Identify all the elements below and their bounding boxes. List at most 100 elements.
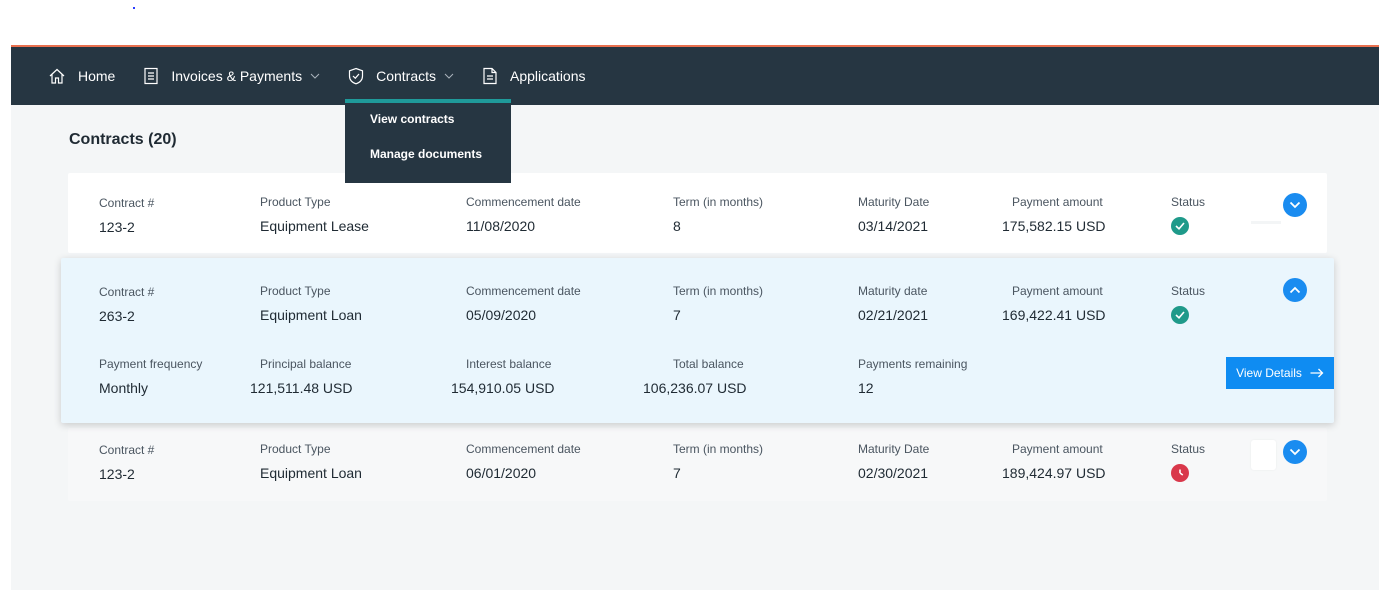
status-field: Status <box>1171 284 1205 324</box>
field-label: Payment amount <box>1012 442 1103 456</box>
collapse-toggle-button[interactable] <box>1283 278 1307 302</box>
file-icon <box>483 67 497 85</box>
total-balance-field: Total balance 106,236.07 USD <box>643 357 747 396</box>
shield-icon <box>348 67 364 85</box>
term-field: Term (in months) 7 <box>673 442 763 481</box>
field-value: 121,511.48 USD <box>250 380 353 396</box>
term-field: Term (in months) 7 <box>673 284 763 323</box>
clock-icon <box>1179 469 1184 476</box>
document-icon <box>144 67 158 85</box>
top-navbar: Home Invoices & Payments Contracts Appli… <box>11 47 1379 105</box>
chevron-up-icon <box>1289 286 1301 294</box>
payment-frequency-field: Payment frequency Monthly <box>99 357 202 396</box>
field-value: 12 <box>858 380 874 396</box>
expand-toggle-button[interactable] <box>1283 193 1307 217</box>
view-details-button[interactable]: View Details <box>1226 357 1334 389</box>
status-overdue-badge <box>1171 464 1189 482</box>
contract-card: Contract # 123-2 Product Type Equipment … <box>68 428 1327 501</box>
field-value: 175,582.15 USD <box>1002 218 1106 234</box>
status-field: Status <box>1171 195 1205 235</box>
contract-card: Contract # 123-2 Product Type Equipment … <box>68 173 1327 253</box>
menu-item-manage-documents[interactable]: Manage documents <box>345 138 511 173</box>
field-label: Contract # <box>99 196 155 210</box>
nav-home-label: Home <box>78 68 116 84</box>
commencement-date-field: Commencement date 06/01/2020 <box>466 442 581 481</box>
field-label: Contract # <box>99 443 155 457</box>
menu-item-view-contracts[interactable]: View contracts <box>345 103 511 138</box>
nav-contracts[interactable]: Contracts <box>348 47 454 105</box>
expand-toggle-button[interactable] <box>1283 440 1307 464</box>
field-label: Term (in months) <box>673 442 764 456</box>
field-label: Term (in months) <box>673 195 764 209</box>
chevron-down-icon <box>1289 448 1301 456</box>
app-frame: Home Invoices & Payments Contracts Appli… <box>11 45 1379 590</box>
commencement-date-field: Commencement date 05/09/2020 <box>466 284 581 323</box>
nav-invoices[interactable]: Invoices & Payments <box>143 47 320 105</box>
field-label: Product Type <box>260 284 331 298</box>
field-label: Payments remaining <box>858 357 968 371</box>
field-value: Equipment Lease <box>260 218 369 234</box>
field-value: Monthly <box>99 380 149 396</box>
field-value: 106,236.07 USD <box>643 380 747 396</box>
field-label: Payment frequency <box>99 357 203 371</box>
field-value: 7 <box>673 307 681 323</box>
field-label: Commencement date <box>466 284 581 298</box>
payments-remaining-field: Payments remaining 12 <box>858 357 967 396</box>
field-value: 11/08/2020 <box>466 218 536 234</box>
field-value: 7 <box>673 465 681 481</box>
field-label: Status <box>1171 442 1206 456</box>
interest-balance-field: Interest balance 154,910.05 USD <box>451 357 555 396</box>
field-value: 02/21/2021 <box>858 307 929 323</box>
product-type-field: Product Type Equipment Lease <box>260 195 369 234</box>
field-value: 05/09/2020 <box>466 307 537 323</box>
status-field: Status <box>1171 442 1205 482</box>
field-label: Status <box>1171 284 1206 298</box>
field-value: 123-2 <box>99 466 135 482</box>
placeholder-box <box>1251 440 1276 470</box>
field-value: 03/14/2021 <box>858 218 929 234</box>
product-type-field: Product Type Equipment Loan <box>260 284 362 323</box>
field-value: Equipment Loan <box>260 465 362 481</box>
maturity-date-field: Maturity date 02/21/2021 <box>858 284 928 323</box>
field-value: 169,422.41 USD <box>1002 307 1106 323</box>
page-title: Contracts (20) <box>69 131 177 148</box>
nav-applications-label: Applications <box>510 68 586 84</box>
field-label: Principal balance <box>260 357 352 371</box>
field-value: 189,424.97 USD <box>1002 465 1106 481</box>
field-value: 154,910.05 USD <box>451 380 555 396</box>
maturity-date-field: Maturity Date 03/14/2021 <box>858 195 929 234</box>
field-label: Interest balance <box>466 357 552 371</box>
placeholder-line <box>1251 221 1281 224</box>
field-value: 123-2 <box>99 219 135 235</box>
term-field: Term (in months) 8 <box>673 195 763 234</box>
nav-contracts-label: Contracts <box>376 68 437 84</box>
field-label: Total balance <box>673 357 744 371</box>
check-icon <box>1175 222 1185 230</box>
contract-number-field: Contract # 123-2 <box>99 196 154 235</box>
field-label: Term (in months) <box>673 284 764 298</box>
commencement-date-field: Commencement date 11/08/2020 <box>466 195 581 234</box>
stray-dot <box>133 7 135 9</box>
nav-home[interactable]: Home <box>48 47 115 105</box>
field-value: 02/30/2021 <box>858 465 929 481</box>
field-label: Payment amount <box>1012 284 1103 298</box>
field-label: Payment amount <box>1012 195 1103 209</box>
field-value: 06/01/2020 <box>466 465 537 481</box>
status-active-badge <box>1171 217 1189 235</box>
field-label: Commencement date <box>466 442 581 456</box>
field-value: Equipment Loan <box>260 307 362 323</box>
field-label: Product Type <box>260 442 331 456</box>
home-icon <box>49 68 65 84</box>
field-label: Commencement date <box>466 195 581 209</box>
nav-invoices-label: Invoices & Payments <box>171 68 303 84</box>
arrow-right-icon <box>1310 368 1324 378</box>
payment-amount-field: Payment amount 169,422.41 USD <box>1002 284 1106 323</box>
payment-amount-field: Payment amount 175,582.15 USD <box>1002 195 1106 234</box>
check-icon <box>1175 311 1185 319</box>
contract-card-expanded: Contract # 263-2 Product Type Equipment … <box>61 258 1334 423</box>
field-label: Product Type <box>260 195 331 209</box>
chevron-down-icon <box>444 73 454 79</box>
nav-applications[interactable]: Applications <box>482 47 586 105</box>
contract-number-field: Contract # 123-2 <box>99 443 154 482</box>
chevron-down-icon <box>1289 201 1301 209</box>
